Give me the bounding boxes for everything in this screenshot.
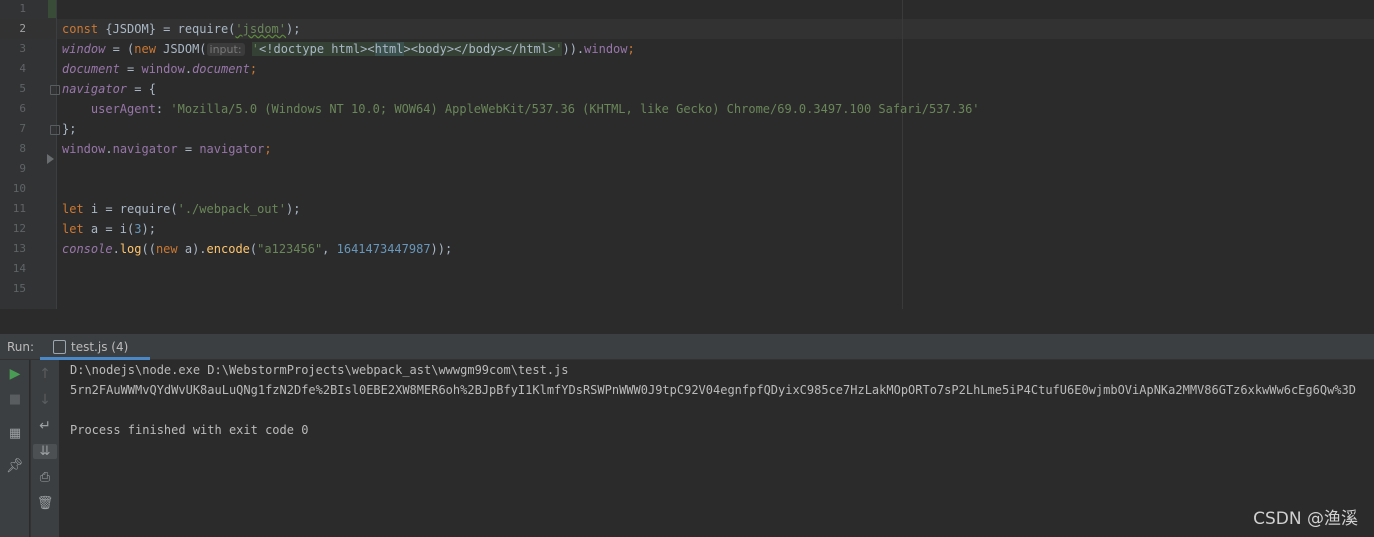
- code-line-6: userAgent: 'Mozilla/5.0 (Windows NT 10.0…: [62, 102, 980, 116]
- code-line-7: };: [62, 122, 77, 136]
- panel-gap: [0, 309, 1374, 334]
- right-margin-guide: [902, 0, 903, 309]
- print-icon[interactable]: ⎙: [33, 470, 57, 485]
- line-number: 3: [19, 42, 26, 55]
- run-toolbar-right: ↑ ↓ ↵ ⇊ ⎙ 🗑︎: [30, 360, 59, 537]
- watermark: CSDN @渔溪: [1253, 509, 1358, 529]
- run-panel-header: Run: test.js (4): [0, 334, 1374, 360]
- line-number: 15: [12, 282, 26, 295]
- line-number: 10: [12, 182, 26, 195]
- line-number: 11: [12, 202, 26, 215]
- parameter-hint: input:: [206, 43, 245, 56]
- line-number: 5: [19, 82, 26, 95]
- line-number: 14: [12, 262, 26, 275]
- line-number: 9: [19, 162, 26, 175]
- line-number: 6: [19, 102, 26, 115]
- layout-icon[interactable]: ▦: [3, 426, 27, 441]
- line-number: 4: [19, 62, 26, 75]
- console-line: Process finished with exit code 0: [70, 423, 309, 437]
- soft-wrap-icon[interactable]: ↵: [33, 418, 57, 434]
- code-line-3: window = (new JSDOM(input: '<!doctype ht…: [62, 42, 635, 56]
- fold-icon[interactable]: [50, 85, 60, 95]
- console-line: D:\nodejs\node.exe D:\WebstormProjects\w…: [70, 363, 569, 377]
- tab-test-js[interactable]: test.js (4): [40, 334, 150, 360]
- console-output[interactable]: D:\nodejs\node.exe D:\WebstormProjects\w…: [59, 360, 1374, 537]
- code-editor[interactable]: 1 2 3 4 5 6 7 8 9 10 11 12 13 14 15 const {JSDOM} = re…: [0, 0, 1374, 309]
- scroll-to-end-icon[interactable]: ⇊: [33, 444, 57, 459]
- line-number: 8: [19, 142, 26, 155]
- run-gutter-icon[interactable]: [47, 154, 54, 164]
- run-toolbar-left: ▶ ■ ▦ 📌︎: [0, 360, 29, 537]
- code-line-4: document = window.document;: [62, 62, 258, 76]
- fold-icon[interactable]: [50, 125, 60, 135]
- down-arrow-icon[interactable]: ↓: [33, 392, 57, 408]
- code-line-2: const {JSDOM} = require('jsdom');: [62, 22, 301, 36]
- line-number: 7: [19, 122, 26, 135]
- run-label: Run:: [7, 340, 35, 354]
- line-number: 12: [12, 222, 26, 235]
- line-number: 1: [19, 2, 26, 15]
- node-file-icon: [53, 340, 66, 354]
- trash-icon[interactable]: 🗑︎: [33, 496, 57, 511]
- change-marker: [48, 0, 56, 18]
- code-line-8: window.navigator = navigator;: [62, 142, 272, 156]
- tab-label: test.js (4): [71, 340, 129, 354]
- up-arrow-icon[interactable]: ↑: [33, 366, 57, 382]
- line-number: 13: [12, 242, 26, 255]
- code-line-12: let a = i(3);: [62, 222, 156, 236]
- line-number: 2: [19, 22, 26, 35]
- code-line-13: console.log((new a).encode("a123456", 16…: [62, 242, 453, 256]
- code-line-11: let i = require('./webpack_out');: [62, 202, 301, 216]
- pin-icon[interactable]: 📌︎: [3, 458, 27, 474]
- code-line-5: navigator = {: [62, 82, 156, 96]
- stop-icon[interactable]: ■: [3, 392, 27, 407]
- console-line: 5rn2FAuWWMvQYdWvUK8auLuQNg1fzN2Dfe%2BIsl…: [70, 383, 1356, 397]
- rerun-icon[interactable]: ▶: [3, 366, 27, 382]
